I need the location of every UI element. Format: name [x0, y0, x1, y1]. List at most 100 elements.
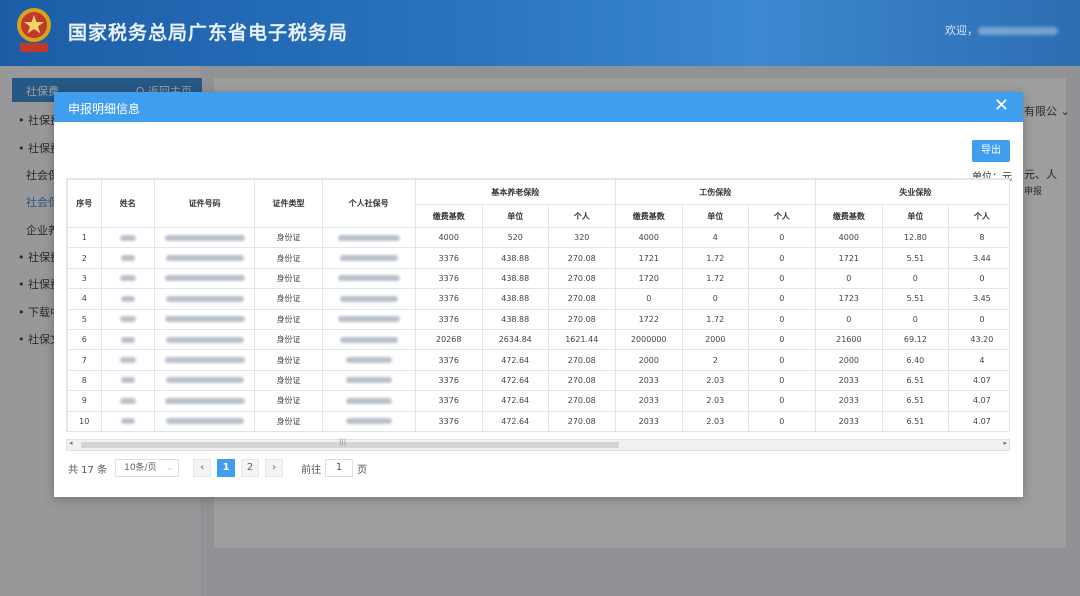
cell-value: 1.72: [681, 267, 749, 290]
next-page-button[interactable]: ›: [265, 459, 284, 477]
cell-value: 2033: [814, 369, 883, 392]
cell-id-type: 身份证: [254, 349, 323, 371]
cell-value: 3376: [414, 369, 483, 392]
cell-value: 4: [947, 349, 1009, 371]
page-1-button[interactable]: 1: [217, 459, 236, 477]
cell-value: 472.64: [481, 349, 549, 371]
cell-social-security-redacted: [321, 369, 416, 392]
sub-header-cell: 缴费基数: [414, 204, 483, 228]
sub-header-cell: 个人: [547, 204, 616, 228]
table-row[interactable]: 2 身份证 3376 438.88 270.08 1721 1.72 0 1721 5.51 3.4…: [67, 247, 1009, 269]
cell-id-type: 身份证: [254, 288, 323, 310]
scrollbar-grip-icon: |||: [339, 438, 347, 446]
sub-header-cell: 单位: [881, 204, 949, 228]
table-row[interactable]: 7身份证3376472.64270.0820002020006.404562: [67, 349, 1009, 371]
chevron-down-icon: ⌄: [166, 463, 174, 472]
dialog-header: 申报明细信息 ✕: [54, 92, 1023, 122]
cell-value: 2000: [681, 328, 749, 351]
cell-social-security-redacted: [321, 390, 416, 412]
prev-page-button[interactable]: ‹: [193, 459, 212, 477]
cell-social-security-redacted: [321, 267, 416, 290]
cell-id-number-redacted: [153, 267, 256, 290]
scroll-right-icon[interactable]: ▸: [1003, 439, 1007, 447]
cell-value: 472.64: [481, 410, 549, 431]
cell-value: 6.51: [881, 390, 949, 412]
cell-value: 21600: [814, 328, 883, 351]
cell-value: 6.51: [881, 410, 949, 431]
table-row[interactable]: 6 身份证 20268 2634.84 1621.44 2000000 2000 0 21600…: [67, 328, 1009, 351]
close-icon[interactable]: ✕: [994, 96, 1009, 116]
cell-id-type: 身份证: [254, 410, 323, 431]
cell-no: 10: [67, 410, 102, 431]
table-row[interactable]: 10 身份证 3376 472.64 270.08 2033 2.03 0 2033 6.51 4.…: [67, 410, 1009, 431]
table-row[interactable]: 5身份证3376438.88270.0817221.7200000: [67, 308, 1009, 330]
cell-id-number-redacted: [153, 226, 256, 249]
cell-value: 0: [814, 267, 883, 290]
export-button[interactable]: 导出: [972, 140, 1010, 162]
header-no: 序号: [67, 179, 102, 228]
cell-id-type: 身份证: [254, 247, 323, 269]
cell-name-redacted: [100, 410, 155, 431]
cell-value: 0: [747, 267, 816, 290]
cell-value: 2000: [814, 349, 883, 371]
sub-header-cell: 单位: [481, 204, 549, 228]
cell-no: 4: [67, 288, 102, 310]
goto-suffix: 页: [357, 464, 368, 476]
tax-emblem-icon: [17, 8, 51, 52]
table-row[interactable]: 8 身份证 3376 472.64 270.08 2033 2.03 0 2033 6.51 4.0…: [67, 369, 1009, 392]
cell-value: 4000: [614, 226, 683, 249]
table-row[interactable]: 9 身份证 3376 472.64 270.08 2033 2.03 0 2033 6.51 4.0…: [67, 390, 1009, 412]
cell-value: 3.44: [947, 247, 1009, 269]
cell-id-number-redacted: [153, 247, 256, 269]
cell-value: 0: [747, 390, 816, 412]
header-name: 姓名: [100, 179, 155, 228]
declaration-detail-dialog: 申报明细信息 ✕ 导出 单位：元 序号 姓名 证件号码 证件类型 个人社保号 基…: [54, 92, 1023, 497]
cell-social-security-redacted: [321, 288, 416, 310]
header-id-number: 证件号码: [153, 179, 256, 228]
cell-value: 270.08: [547, 390, 616, 412]
cell-value: 270.08: [547, 247, 616, 269]
table-row[interactable]: 3身份证3376438.88270.0817201.7200000: [67, 267, 1009, 290]
goto-label: 前往: [301, 464, 322, 476]
cell-id-type: 身份证: [254, 226, 323, 249]
scroll-left-icon[interactable]: ◂: [69, 439, 73, 447]
cell-no: 6: [67, 328, 102, 351]
cell-value: 270.08: [547, 369, 616, 392]
cell-value: 438.88: [481, 308, 549, 330]
cell-id-type: 身份证: [254, 369, 323, 392]
cell-value: 0: [747, 328, 816, 351]
horizontal-scrollbar[interactable]: ◂ ||| ▸: [66, 438, 1010, 451]
cell-value: 3376: [414, 390, 483, 412]
cell-value: 0: [747, 349, 816, 371]
page-2-button[interactable]: 2: [241, 459, 260, 477]
sub-header-cell: 个人: [947, 204, 1009, 228]
cell-value: 320: [547, 226, 616, 249]
cell-name-redacted: [100, 247, 155, 269]
cell-no: 2: [67, 247, 102, 269]
cell-value: 2.03: [681, 410, 749, 431]
cell-value: 0: [747, 288, 816, 310]
cell-value: 20268: [414, 328, 483, 351]
site-title: 国家税务总局广东省电子税务局: [68, 22, 349, 44]
cell-value: 2033: [814, 410, 883, 431]
cell-social-security-redacted: [321, 308, 416, 330]
cell-value: 1621.44: [547, 328, 616, 351]
page-size-select[interactable]: 10条/页 ⌄: [115, 459, 180, 477]
cell-value: 43.20: [947, 328, 1009, 351]
cell-value: 69.12: [881, 328, 949, 351]
goto-page-input[interactable]: 1: [325, 459, 354, 477]
cell-value: 472.64: [481, 390, 549, 412]
scrollbar-thumb[interactable]: [81, 442, 619, 448]
cell-value: 0: [747, 369, 816, 392]
cell-value: 438.88: [481, 288, 549, 310]
table-row[interactable]: 4身份证3376438.88270.0800017235.513.450: [67, 288, 1009, 310]
detail-table-container[interactable]: 序号 姓名 证件号码 证件类型 个人社保号 基本养老保险 工伤保险 失业保险 缴…: [66, 178, 1010, 432]
cell-value: 0: [614, 288, 683, 310]
welcome-user[interactable]: 欢迎，: [945, 22, 1058, 38]
cell-value: 2000: [614, 349, 683, 371]
table-row[interactable]: 1身份证4000520320400040400012.808562: [67, 226, 1009, 249]
cell-value: 270.08: [547, 288, 616, 310]
cell-value: 0: [881, 308, 949, 330]
cell-value: 5.51: [881, 247, 949, 269]
cell-value: 472.64: [481, 369, 549, 392]
